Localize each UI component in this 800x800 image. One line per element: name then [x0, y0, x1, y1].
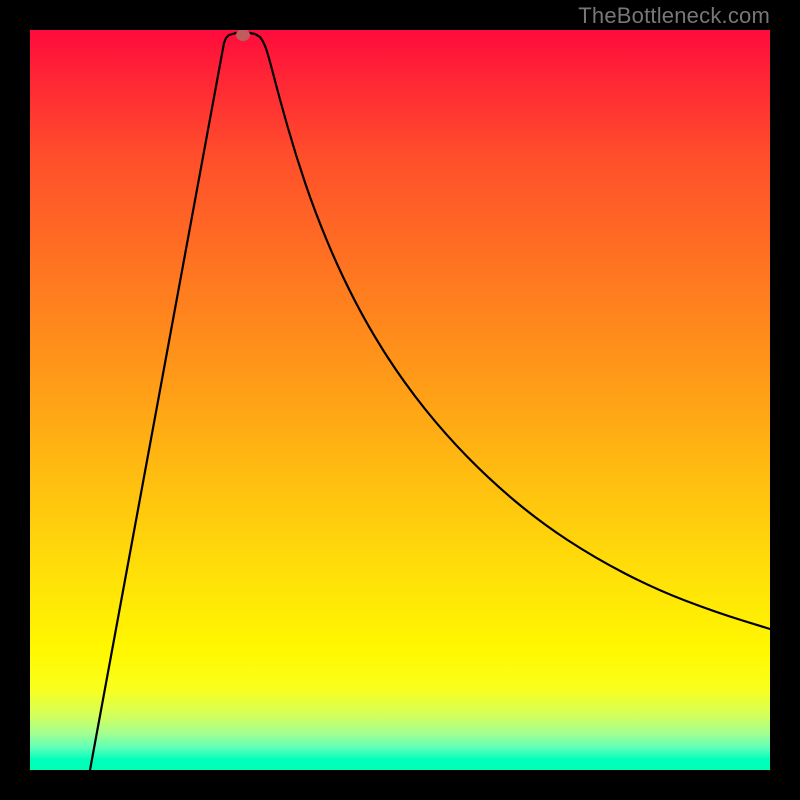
watermark-label: TheBottleneck.com: [578, 3, 770, 29]
plot-area: [30, 30, 770, 770]
bottleneck-curve: [90, 32, 770, 770]
chart-frame: TheBottleneck.com: [0, 0, 800, 800]
curve-svg: [30, 30, 770, 770]
